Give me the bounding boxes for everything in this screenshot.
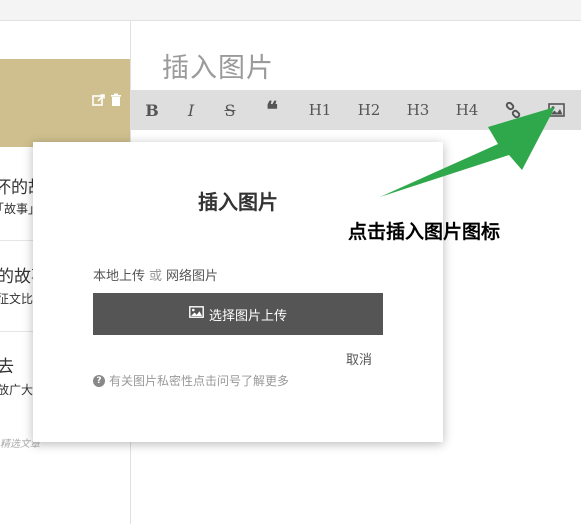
annotation-arrow (380, 107, 555, 197)
annotation-text: 点击插入图片图标 (348, 221, 501, 243)
arrow-shape (380, 107, 555, 197)
